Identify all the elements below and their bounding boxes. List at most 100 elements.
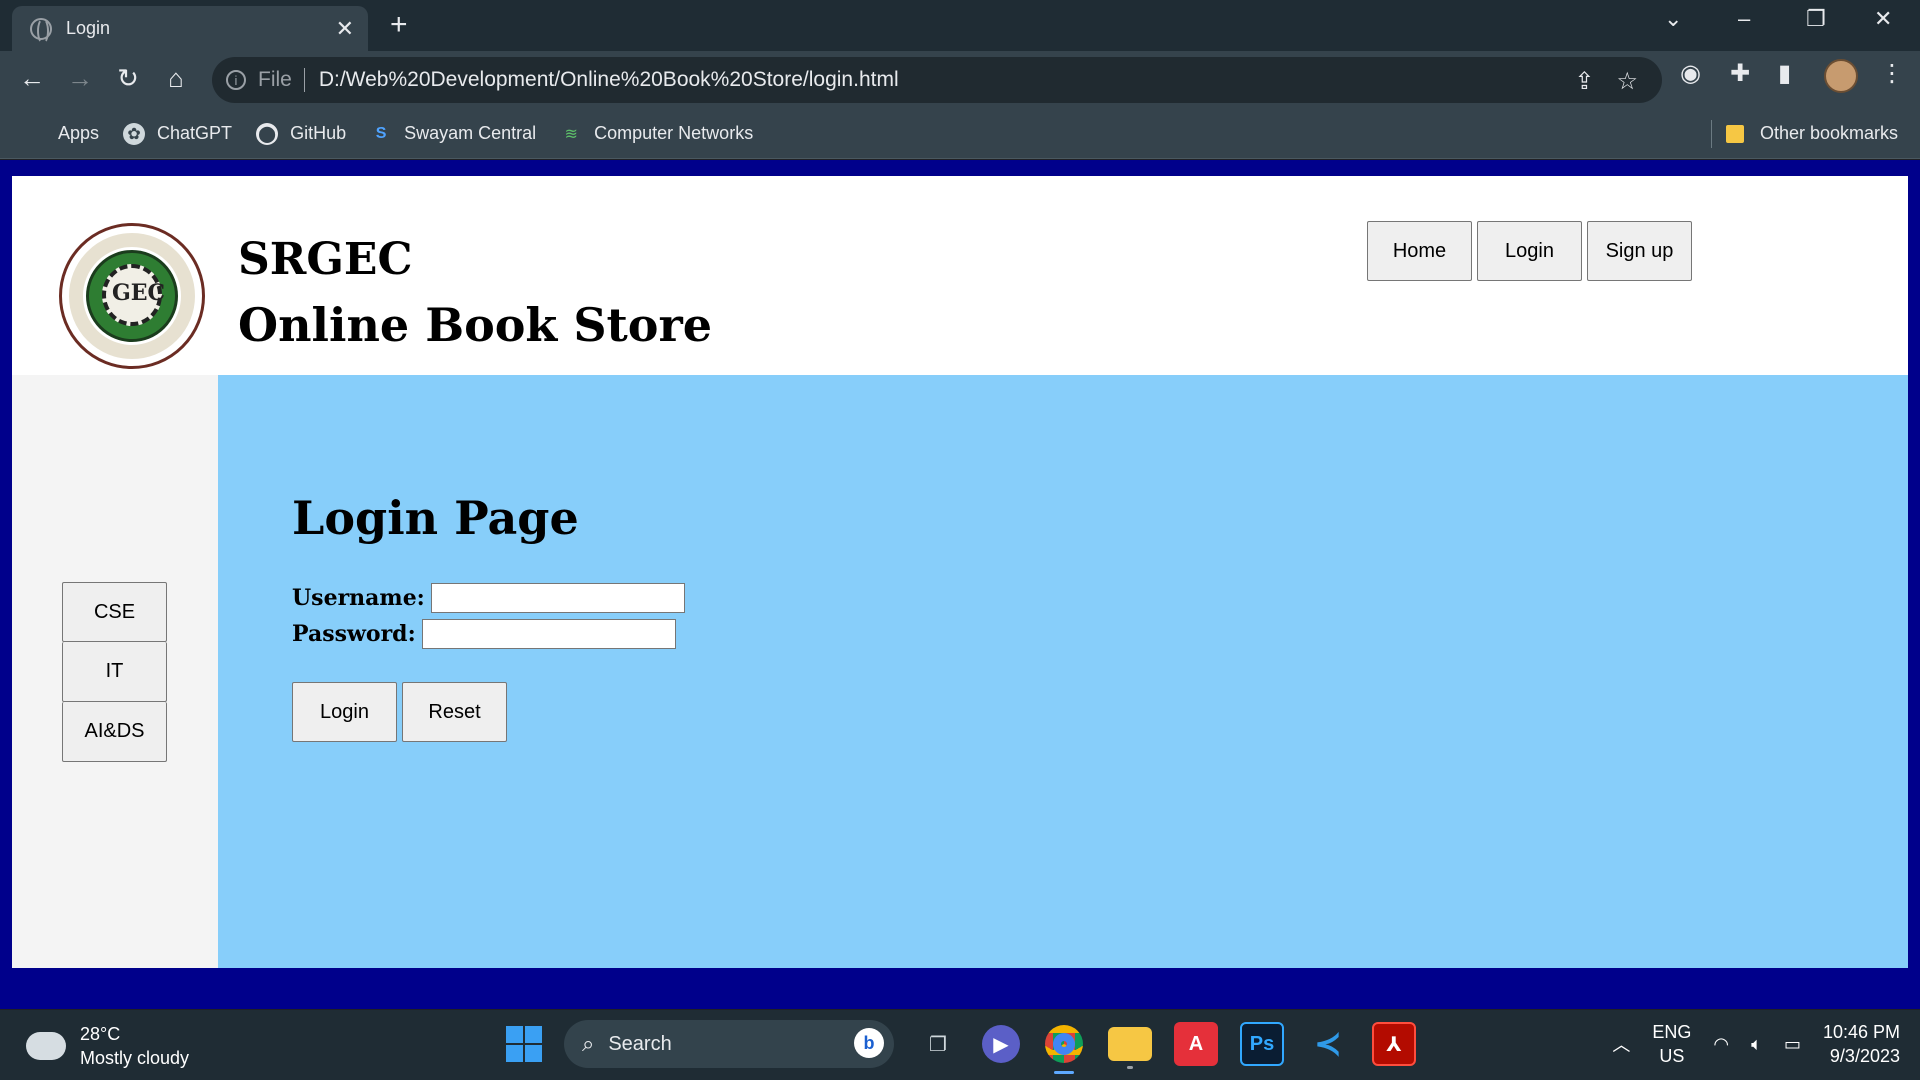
extension-speed-icon[interactable]: ◉ xyxy=(1680,59,1701,88)
clock[interactable]: 10:46 PM 9/3/2023 xyxy=(1823,1020,1900,1068)
browser-tab-bar: Login ✕ + ⌄ – ❐ ✕ xyxy=(0,0,1920,51)
sidebar: CSE IT AI&DS xyxy=(12,375,218,968)
site-brand: SRGEC Online Book Store xyxy=(238,230,712,360)
address-divider xyxy=(303,68,305,92)
acrobat-icon[interactable]: ⅄ xyxy=(1372,1022,1416,1066)
side-panel-icon[interactable]: ▮ xyxy=(1778,59,1791,88)
other-bookmarks-label: Other bookmarks xyxy=(1759,123,1898,143)
address-bar[interactable]: i File D:/Web%20Development/Online%20Boo… xyxy=(212,57,1662,103)
bookmark-swayam[interactable]: S Swayam Central xyxy=(370,123,536,145)
username-input[interactable] xyxy=(430,583,685,613)
page-viewport: GEC SRGEC Online Book Store Home Login S… xyxy=(0,160,1920,1009)
home-button[interactable]: Home xyxy=(1367,221,1472,281)
bookmark-github[interactable]: ⬤ GitHub xyxy=(256,122,347,145)
autocad-icon[interactable]: A xyxy=(1174,1022,1218,1066)
new-tab-button[interactable]: + xyxy=(390,8,408,42)
browser-toolbar: ← → ↻ ⌂ i File D:/Web%20Development/Onli… xyxy=(0,51,1920,109)
sidebar-item-it[interactable]: IT xyxy=(62,642,167,702)
minimize-icon[interactable]: – xyxy=(1738,6,1750,32)
photoshop-icon[interactable]: Ps xyxy=(1240,1022,1284,1066)
lang-line2: US xyxy=(1659,1046,1685,1066)
restore-icon[interactable]: ❐ xyxy=(1806,6,1826,32)
bookmark-computer-networks[interactable]: ≋ Computer Networks xyxy=(560,123,753,145)
bookmark-label: Apps xyxy=(58,123,100,143)
taskbar-search[interactable]: ⌕ Search b xyxy=(564,1020,894,1068)
browser-tab[interactable]: Login ✕ xyxy=(12,6,368,51)
temperature: 28°C xyxy=(80,1024,121,1044)
home-icon[interactable]: ⌂ xyxy=(158,63,194,94)
bookmark-label: ChatGPT xyxy=(157,123,233,143)
reload-icon[interactable]: ↻ xyxy=(110,63,146,94)
clock-time: 10:46 PM xyxy=(1822,1022,1900,1042)
volume-icon[interactable]: 🔈︎ xyxy=(1751,1034,1762,1055)
menu-kebab-icon[interactable]: ⋮ xyxy=(1880,59,1904,88)
close-window-icon[interactable]: ✕ xyxy=(1874,6,1892,32)
bookmark-chatgpt[interactable]: ✿ ChatGPT xyxy=(123,122,233,145)
college-logo: GEC xyxy=(59,223,205,369)
site-header: GEC SRGEC Online Book Store Home Login S… xyxy=(12,176,1908,375)
search-icon: ⌕ xyxy=(582,1031,595,1056)
bookmarks-divider xyxy=(1711,119,1712,148)
page-container: GEC SRGEC Online Book Store Home Login S… xyxy=(12,176,1908,968)
taskbar-apps: ⌕ Search b ❐ ▶ A Ps ≺ ⅄ xyxy=(506,1020,1416,1074)
task-view-icon[interactable]: ❐ xyxy=(916,1022,960,1066)
share-icon[interactable]: ⇪ xyxy=(1574,67,1594,96)
bookmark-apps[interactable]: Apps xyxy=(24,123,99,145)
department-menu: CSE IT AI&DS xyxy=(62,582,167,762)
weather-condition: Mostly cloudy xyxy=(80,1048,190,1068)
bookmarks-bar: Apps ✿ ChatGPT ⬤ GitHub S Swayam Central… xyxy=(0,109,1920,159)
file-explorer-icon[interactable] xyxy=(1108,1027,1152,1069)
password-input[interactable] xyxy=(421,619,676,649)
start-windows-icon[interactable] xyxy=(506,1026,542,1062)
bing-icon[interactable]: b xyxy=(854,1028,884,1058)
weather-widget[interactable]: 28°C Mostly cloudy xyxy=(26,1022,189,1070)
clock-date: 9/3/2023 xyxy=(1829,1046,1900,1066)
info-icon[interactable]: i xyxy=(226,70,246,90)
sidebar-item-aids[interactable]: AI&DS xyxy=(62,702,167,762)
reset-button[interactable]: Reset xyxy=(402,682,507,742)
url-text[interactable]: D:/Web%20Development/Online%20Book%20Sto… xyxy=(319,68,899,92)
wifi-icon[interactable]: ◠ xyxy=(1713,1034,1729,1055)
chrome-icon[interactable] xyxy=(1042,1022,1086,1074)
apps-icon xyxy=(24,123,46,145)
teams-chat-icon[interactable]: ▶ xyxy=(982,1025,1020,1063)
signup-button[interactable]: Sign up xyxy=(1587,221,1692,281)
other-bookmarks[interactable]: Other bookmarks xyxy=(1725,123,1898,144)
top-nav: Home Login Sign up xyxy=(1367,221,1692,281)
vscode-icon[interactable]: ≺ xyxy=(1306,1022,1350,1066)
password-label: Password: xyxy=(292,621,416,647)
sidebar-item-cse[interactable]: CSE xyxy=(62,582,167,642)
bookmark-label: GitHub xyxy=(290,123,347,143)
battery-icon[interactable]: ▭ xyxy=(1784,1034,1801,1055)
password-row: Password: xyxy=(292,619,676,649)
url-scheme-label: File xyxy=(258,68,292,91)
username-label: Username: xyxy=(292,585,425,611)
lang-line1: ENG xyxy=(1652,1022,1692,1042)
login-submit-button[interactable]: Login xyxy=(292,682,397,742)
page-title: Login Page xyxy=(292,491,579,545)
tab-close-icon[interactable]: ✕ xyxy=(336,16,354,42)
tab-search-chevron-icon[interactable]: ⌄ xyxy=(1664,6,1682,32)
partly-cloudy-icon xyxy=(26,1022,66,1060)
forward-arrow-icon[interactable]: → xyxy=(62,63,98,94)
form-actions: Login Reset xyxy=(292,682,507,742)
language-indicator[interactable]: ENG US xyxy=(1652,1020,1691,1068)
chevron-up-icon[interactable]: ︿ xyxy=(1612,1031,1630,1057)
folder-icon xyxy=(1725,124,1744,143)
os-taskbar: 28°C Mostly cloudy ⌕ Search b ❐ ▶ A Ps ≺… xyxy=(0,1010,1920,1080)
back-arrow-icon[interactable]: ← xyxy=(14,63,50,94)
main-content: Login Page Username: Password: Login Res… xyxy=(218,375,1908,968)
search-placeholder: Search xyxy=(608,1032,672,1055)
weather-text: 28°C Mostly cloudy xyxy=(80,1022,189,1070)
brand-line1: SRGEC xyxy=(238,234,413,285)
extensions-puzzle-icon[interactable]: ✚ xyxy=(1730,59,1750,88)
chatgpt-icon: ✿ xyxy=(123,122,146,145)
logo-mark: GEC xyxy=(112,280,166,306)
tab-title: Login xyxy=(66,18,111,38)
username-row: Username: xyxy=(292,583,685,613)
bookmark-star-icon[interactable]: ☆ xyxy=(1616,67,1638,96)
github-icon: ⬤ xyxy=(256,122,279,145)
login-nav-button[interactable]: Login xyxy=(1477,221,1582,281)
computer-networks-icon: ≋ xyxy=(564,125,578,143)
profile-avatar[interactable] xyxy=(1824,59,1858,93)
